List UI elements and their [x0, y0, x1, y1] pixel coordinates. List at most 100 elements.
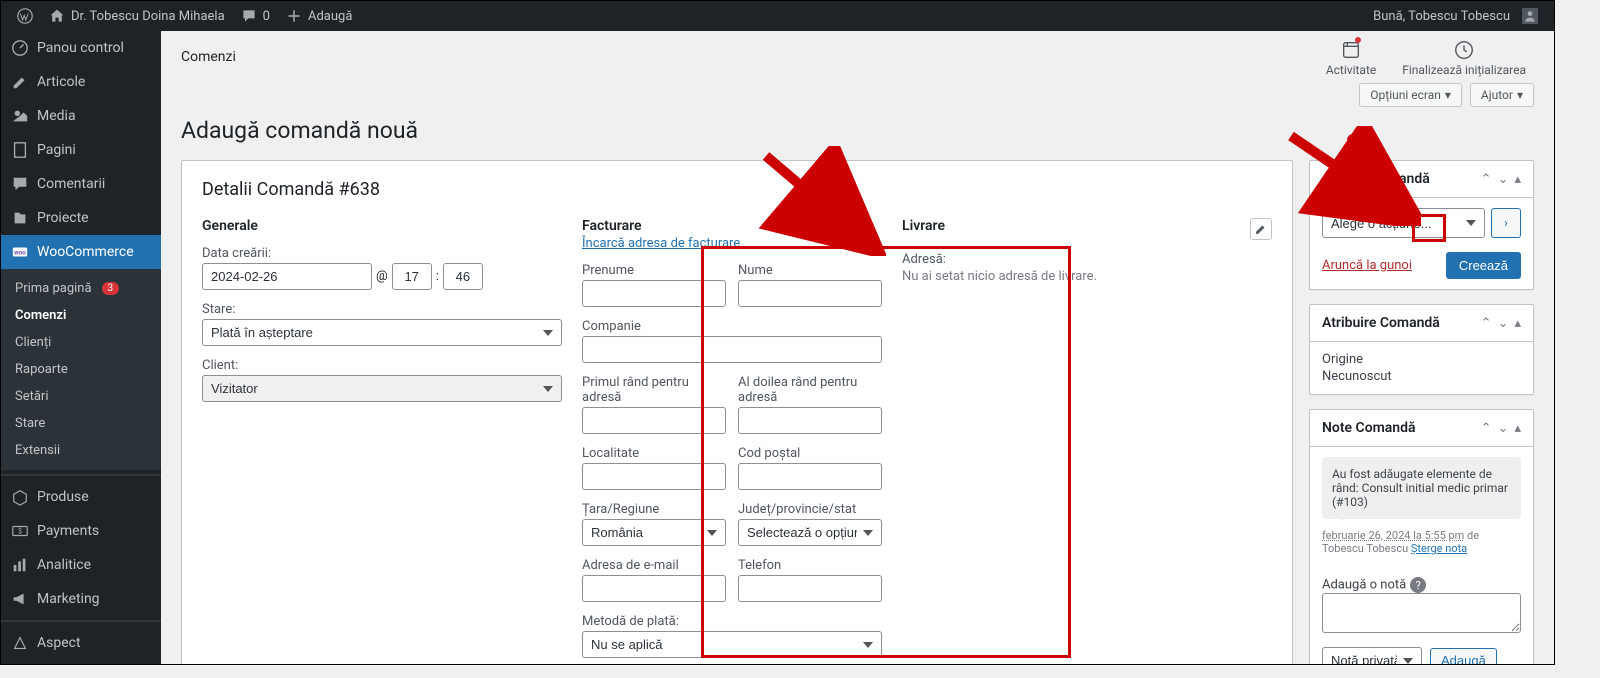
add-new[interactable]: Adaugă	[278, 1, 360, 31]
comments-count[interactable]: 0	[233, 1, 278, 31]
box-down-icon[interactable]: ⌄	[1498, 172, 1509, 187]
order-actions-box: Acțiuni Comandă⌃⌄▴ Alege o acțiune... › …	[1309, 160, 1534, 290]
payment-method-select[interactable]: Nu se aplică	[582, 631, 882, 658]
email-label: Adresa de e-mail	[582, 558, 726, 573]
menu-dashboard[interactable]: Panou control	[1, 31, 161, 65]
menu-appearance[interactable]: Aspect	[1, 626, 161, 660]
addr1-label: Primul rând pentru adresă	[582, 375, 726, 405]
phone-input[interactable]	[738, 575, 882, 602]
first-name-label: Prenume	[582, 263, 726, 278]
order-date-input[interactable]	[202, 263, 372, 290]
chevron-down-icon: ▾	[1517, 88, 1523, 102]
box-toggle-icon[interactable]: ▴	[1514, 421, 1521, 436]
submenu-status[interactable]: Stare	[1, 410, 161, 437]
submenu-extensions[interactable]: Extensii	[1, 437, 161, 464]
apply-action-button[interactable]: ›	[1491, 208, 1521, 238]
menu-analytics[interactable]: Analitice	[1, 548, 161, 582]
box-down-icon[interactable]: ⌄	[1498, 316, 1509, 331]
menu-products[interactable]: Produse	[1, 480, 161, 514]
load-billing-address-link[interactable]: Încarcă adresa de facturare	[582, 236, 740, 251]
order-minute-input[interactable]	[443, 263, 483, 290]
country-select[interactable]: România	[582, 519, 726, 546]
screen-options-button[interactable]: Opțiuni ecran ▾	[1359, 83, 1462, 107]
state-label: Județ/provincie/stat	[738, 502, 882, 517]
general-section-title: Generale	[202, 218, 562, 234]
shipping-section-title: Livrare	[902, 218, 945, 234]
svg-text:$: $	[18, 527, 22, 536]
submenu-reports[interactable]: Rapoarte	[1, 356, 161, 383]
customer-label: Client:	[202, 358, 562, 373]
menu-projects[interactable]: Proiecte	[1, 201, 161, 235]
menu-media[interactable]: Media	[1, 99, 161, 133]
box-up-icon[interactable]: ⌃	[1481, 421, 1492, 436]
user-greeting[interactable]: Bună, Tobescu Tobescu	[1365, 1, 1546, 31]
submenu-orders[interactable]: Comenzi	[1, 302, 161, 329]
customer-select[interactable]: Vizitator	[202, 375, 562, 402]
wp-logo[interactable]	[9, 1, 41, 31]
box-down-icon[interactable]: ⌄	[1498, 421, 1509, 436]
city-label: Localitate	[582, 446, 726, 461]
menu-posts[interactable]: Articole	[1, 65, 161, 99]
box-up-icon[interactable]: ⌃	[1481, 316, 1492, 331]
note-type-select[interactable]: Notă privată	[1322, 647, 1422, 664]
order-notes-title: Note Comandă	[1322, 420, 1416, 436]
order-action-select[interactable]: Alege o acțiune...	[1322, 208, 1485, 238]
submenu-woocommerce: Prima pagină3 Comenzi Clienți Rapoarte S…	[1, 269, 161, 470]
help-icon[interactable]: ?	[1410, 577, 1426, 593]
order-attribution-title: Atribuire Comandă	[1322, 315, 1440, 331]
order-hour-input[interactable]	[392, 263, 432, 290]
last-name-label: Nume	[738, 263, 882, 278]
state-select[interactable]: Selectează o opțiune...	[738, 519, 882, 546]
activity-button[interactable]: Activitate	[1326, 39, 1376, 77]
email-input[interactable]	[582, 575, 726, 602]
box-toggle-icon[interactable]: ▴	[1514, 316, 1521, 331]
city-input[interactable]	[582, 463, 726, 490]
origin-label: Origine	[1322, 352, 1521, 367]
shipping-address-label: Adresă:	[902, 252, 1272, 267]
last-name-input[interactable]	[738, 280, 882, 307]
edit-shipping-button[interactable]	[1250, 218, 1272, 240]
menu-payments[interactable]: $Payments	[1, 514, 161, 548]
payment-method-label: Metodă de plată:	[582, 614, 882, 629]
add-note-textarea[interactable]	[1322, 593, 1521, 633]
menu-comments[interactable]: Comentarii	[1, 167, 161, 201]
submenu-customers[interactable]: Clienți	[1, 329, 161, 356]
page-title: Adaugă comandă nouă	[181, 117, 1534, 144]
order-notes-box: Note Comandă ⌃ ⌄ ▴ Au fost adăugate element…	[1309, 409, 1534, 664]
phone-label: Telefon	[738, 558, 882, 573]
delete-note-link[interactable]: Șterge nota	[1411, 542, 1467, 555]
box-up-icon[interactable]: ⌃	[1481, 172, 1492, 187]
svg-text:woo: woo	[14, 249, 26, 257]
postcode-input[interactable]	[738, 463, 882, 490]
move-to-trash-link[interactable]: Aruncă la gunoi	[1322, 258, 1412, 273]
order-note-item: Au fost adăugate elemente de rând: Consu…	[1322, 457, 1521, 519]
time-separator: :	[436, 269, 439, 284]
submenu-settings[interactable]: Setări	[1, 383, 161, 410]
menu-users[interactable]: Utilizatori	[1, 660, 161, 665]
menu-pages[interactable]: Pagini	[1, 133, 161, 167]
no-shipping-address-text: Nu ai setat nicio adresă de livrare.	[902, 269, 1272, 284]
submenu-home[interactable]: Prima pagină3	[1, 275, 161, 302]
add-note-button[interactable]: Adaugă	[1430, 648, 1497, 664]
admin-sidebar: Panou control Articole Media Pagini Come…	[1, 31, 161, 664]
date-label: Data creării:	[202, 246, 562, 261]
order-attribution-box: Atribuire Comandă ⌃ ⌄ ▴ Origine Necunoscut	[1309, 304, 1534, 395]
help-button[interactable]: Ajutor ▾	[1470, 83, 1534, 107]
postcode-label: Cod poștal	[738, 446, 882, 461]
create-order-button[interactable]: Creează	[1446, 252, 1521, 279]
order-note-meta: februarie 26, 2024 la 5:55 pm de Tobescu…	[1322, 529, 1521, 555]
finish-setup-button[interactable]: Finalizează inițializarea	[1402, 39, 1526, 77]
menu-woocommerce[interactable]: wooWooCommerce	[1, 235, 161, 269]
first-name-input[interactable]	[582, 280, 726, 307]
breadcrumb: Comenzi	[181, 39, 236, 65]
addr1-input[interactable]	[582, 407, 726, 434]
company-label: Companie	[582, 319, 882, 334]
order-status-select[interactable]: Plată în așteptare	[202, 319, 562, 346]
menu-marketing[interactable]: Marketing	[1, 582, 161, 616]
chevron-down-icon: ▾	[1445, 88, 1451, 102]
company-input[interactable]	[582, 336, 882, 363]
origin-value: Necunoscut	[1322, 369, 1521, 384]
box-toggle-icon[interactable]: ▴	[1514, 172, 1521, 187]
site-name[interactable]: Dr. Tobescu Doina Mihaela	[41, 1, 233, 31]
addr2-input[interactable]	[738, 407, 882, 434]
